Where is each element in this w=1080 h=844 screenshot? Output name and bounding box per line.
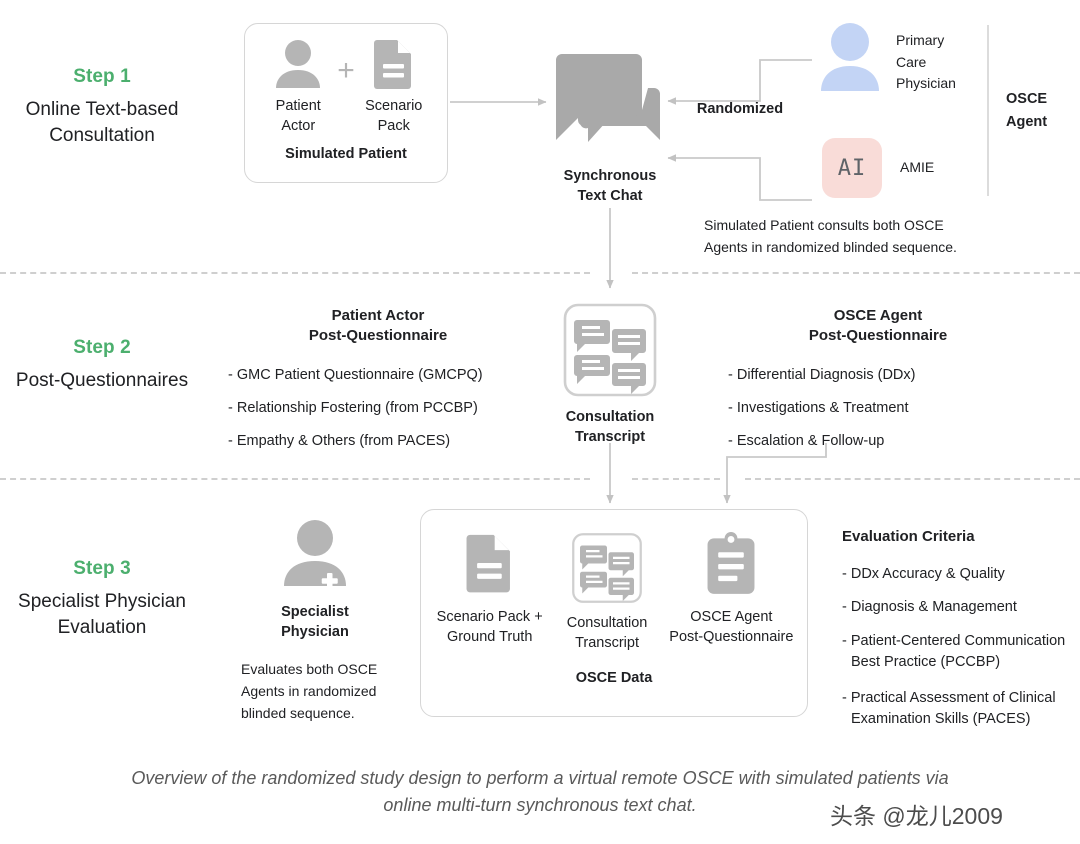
step-1-number: Step 1 (73, 66, 131, 87)
consultation-transcript-label: Consultation Transcript (565, 409, 655, 445)
patient-actor-label: Patient Actor (275, 98, 321, 134)
step-1-note: Simulated Patient consults both OSCE Age… (704, 217, 957, 255)
document-icon (373, 40, 411, 89)
step-3-number: Step 3 (73, 558, 131, 579)
transcript-icon (563, 303, 657, 397)
synchronous-text-chat-group: Synchronous Text Chat (548, 52, 672, 206)
osce-agent-questionnaire-group: OSCE Agent Post-Questionnaire - Different… (728, 306, 1028, 451)
document-icon (466, 534, 510, 593)
step-1-title: Online Text-based Consultation (25, 99, 179, 146)
step-1-label-group: Step 1 Online Text-based Consultation (12, 66, 192, 148)
randomized-label: Randomized (696, 101, 784, 117)
osce-agent-questionnaire-heading: OSCE Agent Post-Questionnaire (808, 307, 948, 345)
divider-step1-step2-right (632, 272, 1080, 274)
amie-group: AI AMIE (822, 138, 934, 198)
divider-step2-step3-c (745, 478, 1080, 480)
step-2-title: Post-Questionnaires (15, 370, 189, 391)
simulated-patient-box[interactable]: Patient Actor + Scenario Pack Simulated … (244, 23, 448, 183)
osce-data-box-label: OSCE Data (575, 670, 653, 687)
osce-data-item-questionnaire: OSCE Agent Post-Questionnaire (666, 532, 797, 653)
primary-care-physician-group: Primary Care Physician (818, 22, 956, 95)
synchronous-text-chat-label: Synchronous Text Chat (563, 168, 657, 204)
divider-step1-step2 (0, 272, 590, 274)
physician-icon (284, 520, 346, 589)
diagram-canvas: Step 1 Online Text-based Consultation Pat… (0, 0, 1080, 844)
osce-data-item-label: Scenario Pack + Ground Truth (436, 609, 543, 645)
patient-actor-questionnaire-heading: Patient Actor Post-Questionnaire (308, 307, 448, 345)
step-2-number: Step 2 (73, 337, 131, 358)
plus-icon: + (337, 54, 355, 87)
osce-data-item-scenario-pack: Scenario Pack + Ground Truth (431, 532, 548, 653)
amie-label: AMIE (900, 159, 935, 176)
list-item: - DDx Accuracy & Quality (842, 566, 1005, 583)
evaluation-criteria-group: Evaluation Criteria - DDx Accuracy & Qua… (842, 527, 1080, 730)
consultation-transcript-group: Consultation Transcript (548, 302, 672, 447)
osce-data-item-transcript: Consultation Transcript (548, 532, 665, 653)
osce-data-box[interactable]: Scenario Pack + Ground Truth Consultatio… (420, 509, 808, 717)
osce-data-item-label: Consultation Transcript (566, 615, 648, 651)
list-item: - Differential Diagnosis (DDx) (728, 366, 916, 383)
list-item: - Patient-Centered Communication Best Pra… (842, 633, 1066, 671)
list-item: - Escalation & Follow-up (728, 433, 885, 450)
primary-care-physician-label: Primary Care Physician (896, 32, 956, 92)
step-2-label-group: Step 2 Post-Questionnaires (12, 337, 192, 394)
osce-agent-column-label: OSCE Agent (1006, 91, 1048, 131)
person-icon-blue (821, 23, 879, 91)
evaluation-criteria-heading: Evaluation Criteria (842, 528, 975, 545)
patient-actor-questionnaire-group: Patient Actor Post-Questionnaire - GMC Pa… (228, 306, 528, 451)
ai-badge-icon: AI (822, 138, 882, 198)
list-item: - Relationship Fostering (from PCCBP) (228, 399, 478, 416)
watermark: 头条 @龙儿2009 (830, 803, 1003, 829)
patient-actor-item: Patient Actor (265, 38, 331, 136)
osce-data-item-label: OSCE Agent Post-Questionnaire (669, 609, 794, 645)
list-item: - GMC Patient Questionnaire (GMCPQ) (228, 366, 483, 383)
person-icon (276, 40, 321, 88)
divider-step2-step3-a (0, 478, 590, 480)
specialist-physician-note: Evaluates both OSCE Agents in randomized b… (241, 661, 378, 721)
clipboard-icon (707, 532, 755, 594)
divider-step2-step3-b (632, 478, 720, 480)
transcript-icon (572, 533, 642, 603)
chat-bubbles-icon (556, 54, 660, 142)
scenario-pack-label: Scenario Pack (365, 98, 423, 134)
specialist-physician-group: Specialist Physician Evaluates both OSCE A… (232, 518, 398, 724)
list-item: - Diagnosis & Management (842, 598, 1017, 615)
list-item: - Empathy & Others (from PACES) (228, 433, 451, 450)
step-3-title: Specialist Physician Evaluation (18, 591, 186, 638)
scenario-pack-item: Scenario Pack (361, 38, 427, 136)
list-item: - Investigations & Treatment (728, 399, 909, 416)
simulated-patient-box-label: Simulated Patient (285, 146, 407, 163)
specialist-physician-label: Specialist Physician (281, 604, 349, 640)
list-item: - Practical Assessment of Clinical Examin… (842, 690, 1056, 728)
step-3-label-group: Step 3 Specialist Physician Evaluation (12, 558, 192, 640)
